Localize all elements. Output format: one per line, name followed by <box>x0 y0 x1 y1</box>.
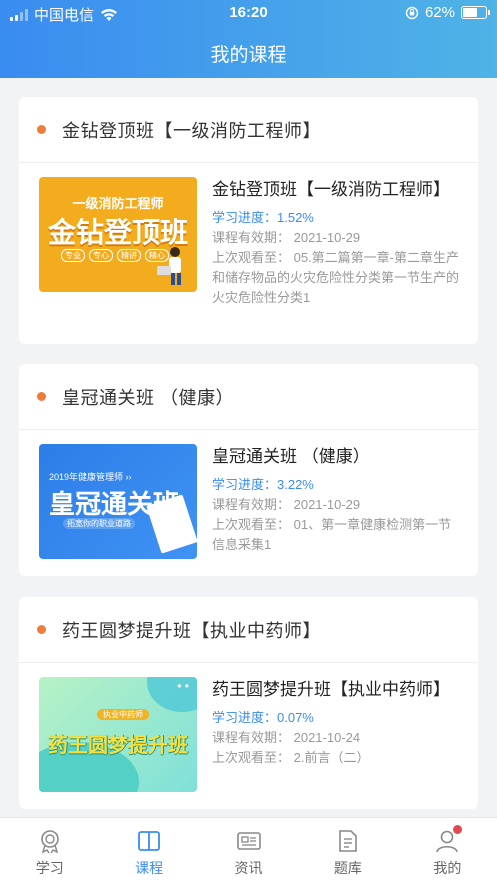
course-card[interactable]: 金钻登顶班【一级消防工程师】 一级消防工程师 金钻登顶班 专业 专心 精讲 精心… <box>19 97 478 344</box>
course-validity: 课程有效期： 2021-10-29 <box>212 497 361 512</box>
course-item[interactable]: 2019年健康管理师 ›› 皇冠通关班 拓宽你的职业道路 皇冠通关班 （健康） … <box>19 430 478 575</box>
course-validity: 课程有效期： 2021-10-29 <box>212 230 361 245</box>
tab-news[interactable]: 资讯 <box>199 818 298 883</box>
thumbnail-slogan: 拓宽你的职业道路 <box>63 518 135 529</box>
course-name: 药王圆梦提升班【执业中药师】 <box>212 680 450 699</box>
thumbnail-subtitle: 一级消防工程师 <box>72 196 164 211</box>
course-card[interactable]: 皇冠通关班 （健康） 2019年健康管理师 ›› 皇冠通关班 拓宽你的职业道路 … <box>19 364 478 576</box>
teacher-illustration-icon <box>157 247 181 285</box>
header: 中国电信 16:20 62% 我的课程 <box>0 0 497 78</box>
rotation-lock-icon <box>405 6 419 19</box>
last-watched: 上次观看至： 01、第一章健康检测第一节信息采集1 <box>212 517 452 552</box>
thumbnail-tag: 专心 <box>89 249 113 262</box>
course-thumbnail[interactable]: 2019年健康管理师 ›› 皇冠通关班 拓宽你的职业道路 <box>39 444 197 559</box>
tab-question-bank[interactable]: 题库 <box>298 818 397 883</box>
tab-label: 资讯 <box>234 860 263 876</box>
course-group-title: 药王圆梦提升班【执业中药师】 <box>62 620 321 641</box>
course-thumbnail[interactable]: • • 执业中药师 药王圆梦提升班 <box>39 677 197 792</box>
tab-label: 课程 <box>135 860 164 876</box>
bullet-dot-icon <box>37 125 46 134</box>
study-progress: 学习进度：1.52% <box>212 210 314 225</box>
bullet-dot-icon <box>37 392 46 401</box>
tab-study[interactable]: 学习 <box>0 818 99 883</box>
thumbnail-tags: 专业 专心 精讲 精心 <box>61 249 169 262</box>
course-group-header[interactable]: 药王圆梦提升班【执业中药师】 <box>19 597 478 663</box>
battery-percent: 62% <box>424 4 455 21</box>
bottom-tab-bar: 学习 课程 资讯 题库 我的 <box>0 817 497 883</box>
page-title: 我的课程 <box>210 45 287 66</box>
thumbnail-tag: 专业 <box>61 249 85 262</box>
thumbnail-subtitle: 执业中药师 <box>97 709 149 720</box>
battery-icon <box>461 6 490 19</box>
thumbnail-dots: • • <box>177 679 189 693</box>
thumbnail-tag: 精讲 <box>117 249 141 262</box>
document-icon <box>339 830 357 852</box>
last-watched: 上次观看至： 05.第二篇第一章-第二章生产和储存物品的火灾危险性分类第一节生产… <box>212 250 460 305</box>
last-watched: 上次观看至： 2.前言（二） <box>212 750 370 765</box>
tab-label: 我的 <box>433 860 462 876</box>
course-group-title: 皇冠通关班 （健康） <box>62 387 235 408</box>
course-name: 金钻登顶班【一级消防工程师】 <box>212 180 450 199</box>
study-progress: 学习进度：0.07% <box>212 710 314 725</box>
course-validity: 课程有效期： 2021-10-24 <box>212 730 361 745</box>
news-icon <box>236 832 261 850</box>
course-item[interactable]: 一级消防工程师 金钻登顶班 专业 专心 精讲 精心 金钻登顶班【一级消防工程师】… <box>19 163 478 324</box>
tab-profile[interactable]: 我的 <box>398 818 497 883</box>
course-item[interactable]: • • 执业中药师 药王圆梦提升班 药王圆梦提升班【执业中药师】 学习进度：0.… <box>19 663 478 808</box>
course-name: 皇冠通关班 （健康） <box>212 447 370 466</box>
thumbnail-title: 药王圆梦提升班 <box>48 735 188 757</box>
tab-courses[interactable]: 课程 <box>99 818 198 883</box>
tab-label: 题库 <box>333 860 362 876</box>
bullet-dot-icon <box>37 625 46 634</box>
status-bar: 中国电信 16:20 62% <box>0 0 497 26</box>
tab-label: 学习 <box>35 860 64 876</box>
thumbnail-subtitle: 2019年健康管理师 ›› <box>49 472 132 482</box>
study-progress: 学习进度：3.22% <box>212 477 314 492</box>
notification-badge <box>453 825 463 834</box>
course-card[interactable]: 药王圆梦提升班【执业中药师】 • • 执业中药师 药王圆梦提升班 药王圆梦提升班… <box>19 597 478 809</box>
course-group-header[interactable]: 金钻登顶班【一级消防工程师】 <box>19 97 478 163</box>
book-icon <box>138 831 161 851</box>
course-thumbnail[interactable]: 一级消防工程师 金钻登顶班 专业 专心 精讲 精心 <box>39 177 197 292</box>
course-group-title: 金钻登顶班【一级消防工程师】 <box>62 120 321 141</box>
course-group-header[interactable]: 皇冠通关班 （健康） <box>19 364 478 430</box>
document-illustration-icon <box>146 494 197 554</box>
badge-icon <box>40 830 59 854</box>
